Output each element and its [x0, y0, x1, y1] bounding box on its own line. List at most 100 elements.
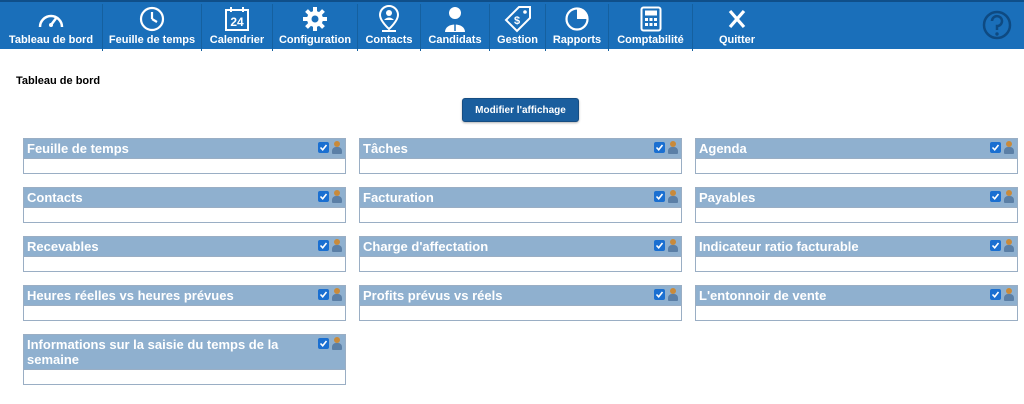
widget-body — [360, 256, 681, 271]
widget-body — [360, 158, 681, 173]
nav-contacts[interactable]: Contacts — [358, 4, 421, 51]
widget-visible-checkbox[interactable] — [318, 289, 329, 300]
nav-tableau-de-bord[interactable]: Tableau de bord — [0, 4, 103, 51]
checkmark-icon — [655, 291, 664, 299]
widget-title: Charge d'affectation — [363, 239, 489, 254]
person-icon — [444, 4, 466, 34]
widget-controls — [990, 239, 1015, 252]
widget-title: Agenda — [699, 141, 747, 156]
widget-controls — [654, 239, 679, 252]
widget-visible-checkbox[interactable] — [318, 142, 329, 153]
widget-visible-checkbox[interactable] — [990, 191, 1001, 202]
user-settings-icon[interactable] — [1003, 190, 1015, 203]
gear-icon — [302, 4, 328, 34]
nav-rapports[interactable]: Rapports — [546, 4, 609, 51]
widget-header: Tâches — [360, 139, 681, 158]
checkmark-icon — [655, 193, 664, 201]
widget-controls — [990, 141, 1015, 154]
calculator-icon — [640, 4, 662, 34]
widget-visible-checkbox[interactable] — [654, 191, 665, 202]
widget-header: Contacts — [24, 188, 345, 207]
checkmark-icon — [319, 340, 328, 348]
widget-body — [696, 256, 1017, 271]
checkmark-icon — [655, 144, 664, 152]
widget-visible-checkbox[interactable] — [990, 289, 1001, 300]
nav-calendrier[interactable]: 24 Calendrier — [202, 4, 273, 51]
dashboard-widget: Recevables — [23, 236, 346, 272]
widget-title: Contacts — [27, 190, 83, 205]
top-navigation-bar: Tableau de bord Feuille de temps 24 Cale… — [0, 0, 1024, 51]
dashboard-widget: Informations sur la saisie du temps de l… — [23, 334, 346, 385]
dashboard-widget: Facturation — [359, 187, 682, 223]
widget-title: Indicateur ratio facturable — [699, 239, 859, 254]
help-question-icon[interactable] — [978, 7, 1016, 45]
widget-visible-checkbox[interactable] — [318, 338, 329, 349]
widget-visible-checkbox[interactable] — [654, 142, 665, 153]
nav-comptabilite[interactable]: Comptabilité — [609, 4, 693, 51]
nav-quitter[interactable]: Quitter — [693, 4, 781, 51]
nav-feuille-de-temps[interactable]: Feuille de temps — [103, 4, 202, 51]
widget-body — [24, 256, 345, 271]
widget-header: Charge d'affectation — [360, 237, 681, 256]
widget-controls — [654, 141, 679, 154]
user-settings-icon[interactable] — [331, 141, 343, 154]
widget-header: Indicateur ratio facturable — [696, 237, 1017, 256]
user-settings-icon[interactable] — [667, 190, 679, 203]
user-settings-icon[interactable] — [667, 288, 679, 301]
user-settings-icon[interactable] — [1003, 288, 1015, 301]
nav-label: Calendrier — [209, 34, 265, 46]
widget-body — [696, 158, 1017, 173]
checkmark-icon — [319, 193, 328, 201]
checkmark-icon — [991, 144, 1000, 152]
widget-body — [24, 369, 345, 384]
widget-title: Payables — [699, 190, 756, 205]
gauge-icon — [37, 4, 65, 34]
widget-controls — [990, 190, 1015, 203]
nav-gestion[interactable]: $ Gestion — [490, 4, 546, 51]
user-settings-icon[interactable] — [331, 288, 343, 301]
widget-title: Profits prévus vs réels — [363, 288, 503, 303]
widget-visible-checkbox[interactable] — [318, 191, 329, 202]
nav-configuration[interactable]: Configuration — [273, 4, 358, 51]
widget-visible-checkbox[interactable] — [318, 240, 329, 251]
widget-controls — [318, 239, 343, 252]
svg-text:$: $ — [513, 15, 519, 27]
nav-label: Candidats — [428, 34, 482, 46]
widget-controls — [318, 141, 343, 154]
widget-visible-checkbox[interactable] — [990, 142, 1001, 153]
nav-label: Feuille de temps — [108, 34, 196, 46]
nav-label: Configuration — [278, 34, 352, 46]
widget-visible-checkbox[interactable] — [654, 289, 665, 300]
modify-display-button[interactable]: Modifier l'affichage — [462, 98, 579, 122]
widget-controls — [318, 190, 343, 203]
dashboard-widget: Indicateur ratio facturable — [695, 236, 1018, 272]
nav-candidats[interactable]: Candidats — [421, 4, 490, 51]
user-settings-icon[interactable] — [1003, 141, 1015, 154]
widget-body — [24, 305, 345, 320]
widget-header: Payables — [696, 188, 1017, 207]
widget-visible-checkbox[interactable] — [654, 240, 665, 251]
user-settings-icon[interactable] — [331, 190, 343, 203]
user-settings-icon[interactable] — [1003, 239, 1015, 252]
widget-header: Feuille de temps — [24, 139, 345, 158]
dollar-tag-icon: $ — [504, 4, 532, 34]
widget-body — [24, 158, 345, 173]
widget-body — [24, 207, 345, 222]
clock-icon — [139, 4, 165, 34]
checkmark-icon — [655, 242, 664, 250]
widget-visible-checkbox[interactable] — [990, 240, 1001, 251]
checkmark-icon — [991, 193, 1000, 201]
nav-label: Quitter — [718, 34, 756, 46]
widget-header: Agenda — [696, 139, 1017, 158]
nav-label: Comptabilité — [617, 34, 684, 46]
widget-title: Facturation — [363, 190, 434, 205]
dashboard-widget: Payables — [695, 187, 1018, 223]
widget-header: Facturation — [360, 188, 681, 207]
dashboard-widget: Heures réelles vs heures prévues — [23, 285, 346, 321]
user-settings-icon[interactable] — [331, 239, 343, 252]
user-settings-icon[interactable] — [667, 239, 679, 252]
widget-controls — [654, 190, 679, 203]
dashboard-widget: Feuille de temps — [23, 138, 346, 174]
user-settings-icon[interactable] — [331, 337, 343, 350]
user-settings-icon[interactable] — [667, 141, 679, 154]
